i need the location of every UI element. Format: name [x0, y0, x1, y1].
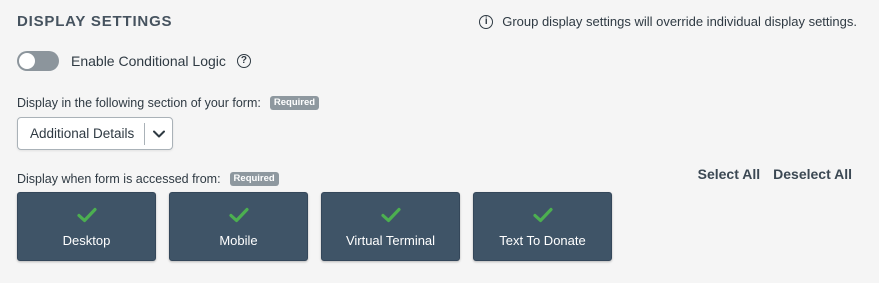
tile-label: Mobile — [219, 233, 258, 248]
form-section-label: Display in the following section of your… — [17, 96, 320, 110]
deselect-all-link[interactable]: Deselect All — [773, 166, 852, 182]
required-badge: Required — [269, 96, 320, 110]
help-icon[interactable]: ? — [236, 54, 251, 68]
override-notice: i Group display settings will override i… — [479, 14, 857, 29]
form-section-select[interactable]: Additional Details — [17, 117, 173, 150]
access-tiles: Desktop Mobile Virtual Terminal Text To … — [17, 192, 612, 261]
tile-label: Text To Donate — [499, 233, 586, 248]
access-label-text: Display when form is accessed from: — [17, 172, 221, 186]
check-icon — [76, 207, 97, 223]
conditional-logic-label: Enable Conditional Logic — [71, 53, 226, 69]
required-badge: Required — [229, 172, 279, 186]
toggle-knob — [19, 53, 35, 69]
select-all-link[interactable]: Select All — [698, 166, 761, 182]
section-title: DISPLAY SETTINGS — [17, 13, 173, 30]
check-icon — [380, 207, 401, 223]
form-section-select-value: Additional Details — [30, 126, 135, 141]
form-section-label-text: Display in the following section of your… — [17, 96, 261, 110]
check-icon — [532, 207, 553, 223]
tile-mobile[interactable]: Mobile — [169, 192, 308, 261]
display-settings-panel: DISPLAY SETTINGS i Group display setting… — [0, 0, 879, 283]
tile-label: Desktop — [62, 233, 111, 248]
tile-label: Virtual Terminal — [345, 233, 436, 248]
chevron-down-icon[interactable] — [145, 118, 172, 149]
tile-desktop[interactable]: Desktop — [17, 192, 156, 261]
select-links: Select All Deselect All — [698, 166, 852, 182]
access-label: Display when form is accessed from: Requ… — [17, 172, 279, 186]
override-notice-text: Group display settings will override ind… — [502, 14, 857, 29]
tile-virtual-terminal[interactable]: Virtual Terminal — [321, 192, 460, 261]
tile-text-to-donate[interactable]: Text To Donate — [473, 192, 612, 261]
info-icon: i — [479, 14, 494, 29]
conditional-logic-toggle[interactable] — [17, 51, 59, 71]
check-icon — [228, 207, 249, 223]
conditional-logic-row: Enable Conditional Logic ? — [17, 51, 251, 71]
